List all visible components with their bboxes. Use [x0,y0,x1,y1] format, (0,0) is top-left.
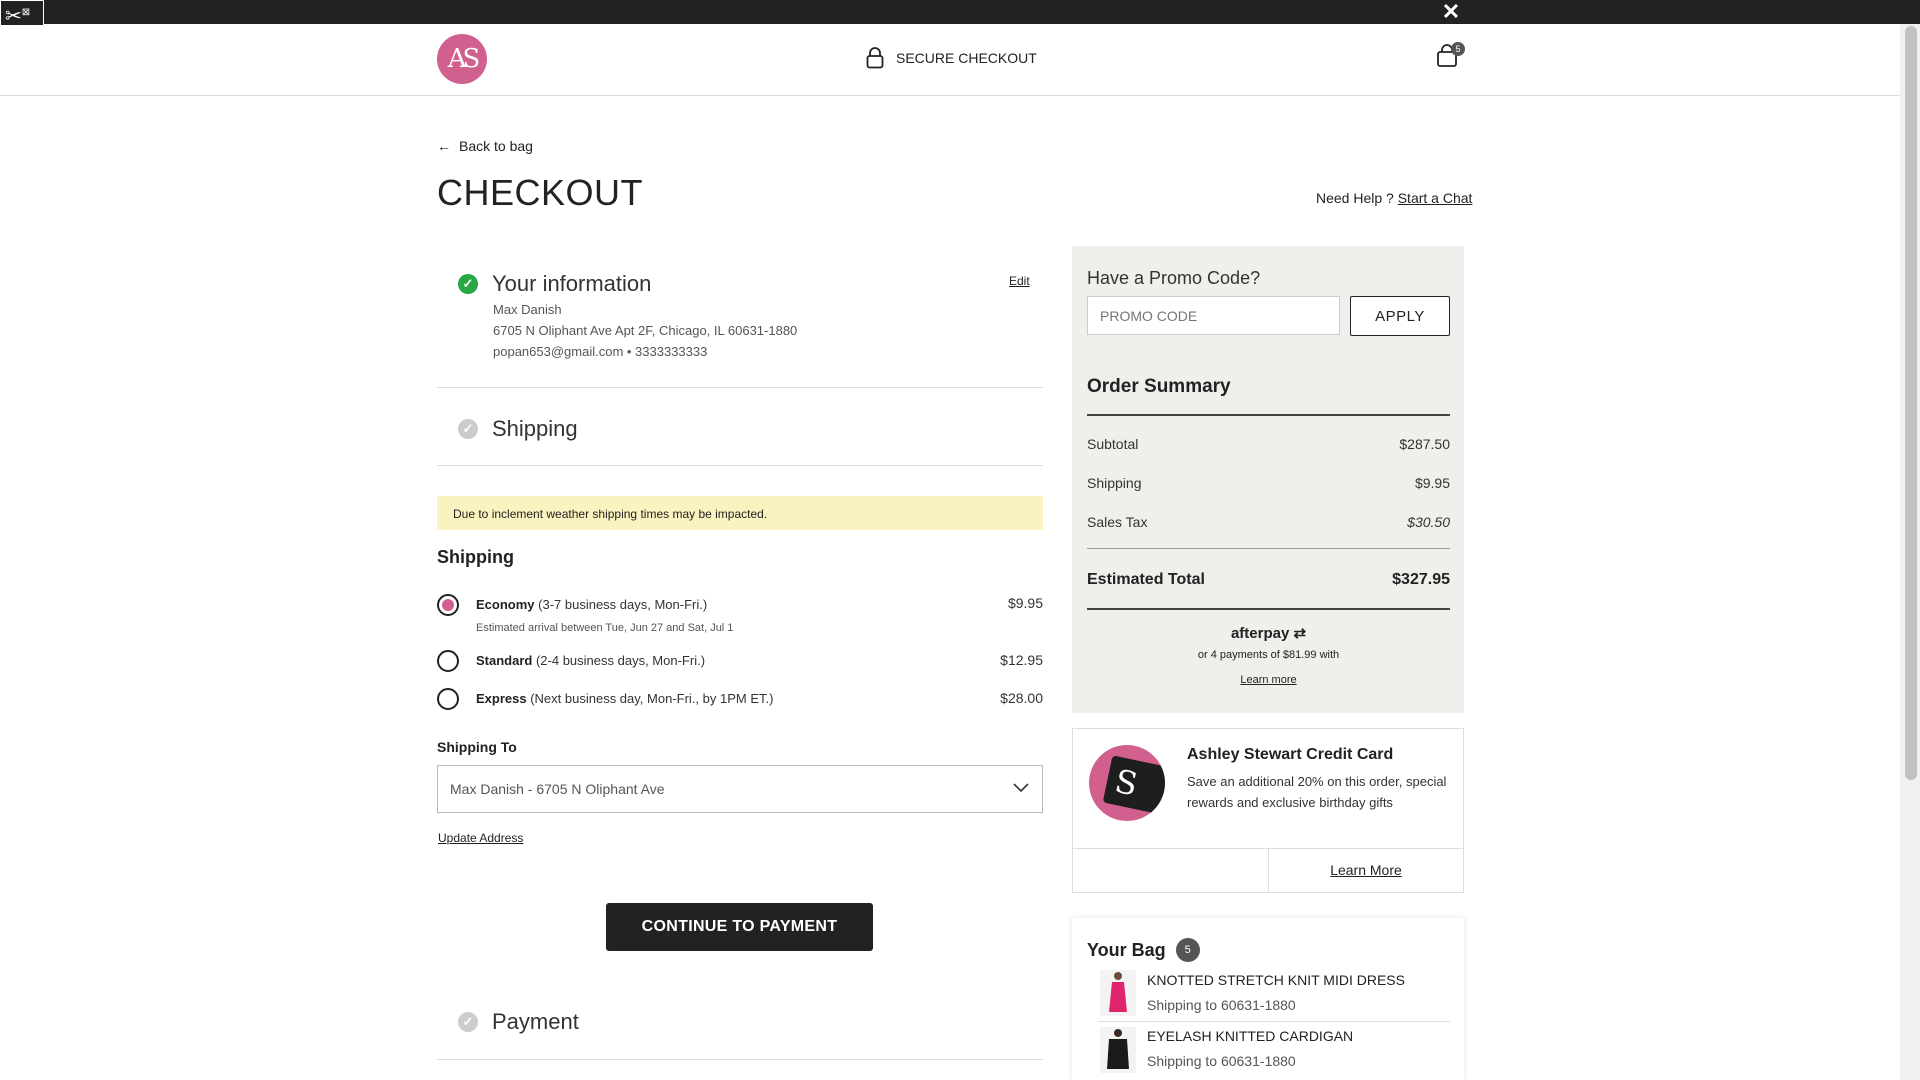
option-standard[interactable]: Standard (2-4 business days, Mon-Fri.) [476,653,705,668]
radio-standard[interactable] [437,650,459,672]
estimated-arrival: Estimated arrival between Tue, Jun 27 an… [476,622,734,634]
your-bag-header: Your Bag 5 [1087,938,1200,962]
check-circle-icon: ✓ [458,419,478,439]
apply-button[interactable]: APPLY [1350,296,1450,336]
your-bag-title: Your Bag [1087,939,1166,960]
divider [1087,414,1450,416]
payment-section-title: Payment [492,1009,579,1034]
promo-heading: Have a Promo Code? [1087,268,1261,288]
check-circle-icon: ✓ [458,1012,478,1032]
credit-card-learn-more[interactable]: Learn More [1268,862,1464,878]
info-address: 6705 N Oliphant Ave Apt 2F, Chicago, IL … [493,323,798,338]
shipping-section-title: Shipping [492,416,578,441]
promo-code-input[interactable] [1087,296,1340,335]
divider [437,465,1043,466]
shipping-row: Shipping $9.95 [1087,475,1450,491]
divider [437,387,1043,388]
credit-card-image: S [1089,745,1165,821]
info-name: Max Danish [493,302,562,317]
radio-economy[interactable] [437,594,459,616]
estimated-total-row: Estimated Total $327.95 [1087,571,1450,588]
close-icon[interactable]: ✕ [1440,0,1462,24]
product-thumbnail[interactable] [1100,1027,1136,1073]
divider [437,1059,1043,1060]
option-economy[interactable]: Economy (3-7 business days, Mon-Fri.) [476,597,707,612]
secure-checkout: SECURE CHECKOUT [866,46,1037,70]
continue-to-payment-button[interactable]: CONTINUE TO PAYMENT [606,903,873,951]
bag-item-shipping: Shipping to 60631-1880 [1147,1053,1296,1069]
option-express[interactable]: Express (Next business day, Mon-Fri., by… [476,691,773,706]
dress-image [1109,972,1127,1012]
tools-icon[interactable]: ✂⊠ [0,0,44,28]
your-information-title: Your information [492,271,652,296]
logo[interactable]: AS [437,34,487,84]
info-contact: popan653@gmail.com • 3333333333 [493,344,708,359]
afterpay-learn-more[interactable]: Learn more [1087,674,1450,686]
page-title: CHECKOUT [437,172,644,213]
afterpay-logo: afterpay ⇄ [1230,625,1307,642]
bag-count-badge: 5 [1175,938,1200,962]
order-summary-title: Order Summary [1087,376,1231,397]
tax-row: Sales Tax $30.50 [1087,514,1450,530]
cardigan-image [1107,1029,1129,1069]
credit-card-logo: S [1102,755,1165,815]
help-prefix: Need Help ? [1316,190,1394,206]
price-economy: $9.95 [1007,595,1043,611]
afterpay-loop-icon: ⇄ [1293,625,1307,642]
weather-notice: Due to inclement weather shipping times … [437,496,1043,530]
radio-express[interactable] [437,688,459,710]
site-header: AS SECURE CHECKOUT 5 [0,24,1900,96]
divider [1087,548,1450,549]
product-thumbnail[interactable] [1100,970,1136,1016]
payment-section-header: ✓ Payment [458,1009,579,1035]
need-help: Need Help ? Start a Chat [1316,190,1472,206]
back-to-bag-link[interactable]: ← Back to bag [437,138,533,154]
subtotal-row: Subtotal $287.50 [1087,436,1450,452]
afterpay-text: or 4 payments of $81.99 with [1197,649,1340,661]
price-standard: $12.95 [1000,652,1043,668]
bag-item-shipping: Shipping to 60631-1880 [1147,997,1296,1013]
your-information-header: ✓ Your information [458,271,651,297]
credit-card-text: Save an additional 20% on this order, sp… [1187,774,1447,810]
shipping-section-header: ✓ Shipping [458,416,578,442]
bag-item-name[interactable]: EYELASH KNITTED CARDIGAN [1147,1028,1353,1044]
divider [1098,1021,1450,1022]
lock-icon [866,47,884,69]
cart-count-badge: 5 [1451,42,1465,56]
shipping-address-value: Max Danish - 6705 N Oliphant Ave [450,781,665,797]
price-express: $28.00 [1000,690,1043,706]
scrollbar-thumb[interactable] [1905,26,1917,780]
credit-card-title: Ashley Stewart Credit Card [1187,746,1394,763]
shipping-address-select[interactable]: Max Danish - 6705 N Oliphant Ave [437,765,1043,813]
cart-button[interactable]: 5 [1435,42,1465,70]
shipping-to-label: Shipping To [437,739,517,755]
top-toolbar: ✂⊠ ✕ [0,0,1920,28]
update-address-link[interactable]: Update Address [438,831,523,845]
back-to-bag-label: Back to bag [459,138,533,154]
chevron-down-icon [1013,783,1029,793]
start-chat-link[interactable]: Start a Chat [1398,190,1473,206]
secure-checkout-label: SECURE CHECKOUT [896,50,1037,66]
shipping-heading: Shipping [437,547,514,567]
check-circle-icon: ✓ [458,274,478,294]
divider [1087,608,1450,610]
bag-item-name[interactable]: KNOTTED STRETCH KNIT MIDI DRESS [1147,972,1405,988]
arrow-left-icon: ← [437,138,451,154]
edit-info-link[interactable]: Edit [1009,274,1030,288]
